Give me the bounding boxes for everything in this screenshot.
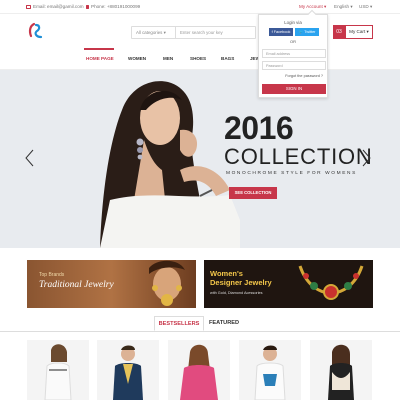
my-cart-button[interactable]: My Cart ▾	[345, 25, 373, 39]
product-image	[113, 345, 143, 400]
bride-image	[149, 260, 185, 306]
my-account-link[interactable]: My Account ▾	[299, 4, 326, 10]
banner-title-line2: Designer Jewelry	[210, 278, 272, 287]
site-logo[interactable]	[27, 22, 45, 40]
product-card[interactable]	[310, 340, 372, 400]
email-field[interactable]: Email address	[262, 49, 326, 58]
forgot-password-link[interactable]: Forgot the password ?	[285, 74, 323, 78]
necklace-image	[298, 265, 364, 300]
active-nav-indicator	[84, 48, 114, 50]
hero-subtitle: MONOCHROME STYLE FOR WOMENS	[226, 171, 357, 176]
product-card[interactable]	[97, 340, 159, 400]
chevron-left-icon[interactable]	[25, 149, 34, 167]
tab-bestsellers[interactable]: BESTSELLERS	[154, 316, 204, 331]
hero-slider: 2016 COLLECTION MONOCHROME STYLE FOR WOM…	[0, 70, 400, 248]
top-bar: Email: email@gamil.com Phone: +880191000…	[0, 0, 400, 14]
product-card[interactable]	[239, 340, 301, 400]
product-image	[328, 344, 354, 400]
contact-phone: Phone: +880191000099	[86, 4, 140, 9]
phone-text: Phone: +880191000099	[91, 4, 141, 9]
product-card[interactable]	[168, 340, 230, 400]
password-field[interactable]: Password	[262, 61, 326, 70]
currency-select[interactable]: USD ▾	[359, 4, 372, 10]
banner-title: Traditional Jewelry	[39, 280, 114, 290]
banner-title-line1: Women's	[210, 269, 243, 278]
sign-in-button[interactable]: SIGN IN	[262, 84, 326, 94]
main-nav: HOME PAGE WOMEN MEN SHOES BAGS JEW	[0, 48, 400, 70]
product-tabs: BESTSELLERS FEATURED	[0, 316, 400, 332]
product-grid	[0, 340, 400, 400]
phone-icon	[86, 4, 89, 9]
see-collection-button[interactable]: SEE COLLECTION	[229, 187, 277, 199]
mail-icon	[26, 4, 31, 9]
email-text: Email: email@gamil.com	[33, 4, 84, 9]
search-input[interactable]: Enter search your key	[176, 27, 255, 38]
search-bar: All categories ▾ Enter search your key	[131, 26, 256, 39]
login-via-label: Login via	[284, 20, 302, 25]
nav-item-men[interactable]: MEN	[163, 56, 173, 61]
banner-brand-label: Top Brands	[39, 272, 65, 278]
product-image	[254, 345, 286, 400]
nav-item-bags[interactable]: BAGS	[221, 56, 234, 61]
product-card[interactable]	[27, 340, 89, 400]
twitter-login-button[interactable]: 🐦 Twitter	[295, 28, 319, 36]
login-dropdown: Login via f Facebook 🐦 Twitter OR Email …	[258, 9, 328, 98]
language-select[interactable]: English ▾	[334, 4, 353, 10]
tab-featured[interactable]: FEATURED	[204, 316, 244, 331]
hero-model-image	[100, 81, 240, 248]
contact-email: Email: email@gamil.com	[26, 4, 84, 9]
chevron-right-icon[interactable]	[362, 149, 371, 167]
banner-subtitle: with Gold, Diamond Acessories	[210, 291, 263, 295]
designer-jewelry-banner[interactable]: Women's Designer Jewelry with Gold, Diam…	[204, 260, 373, 308]
hero-collection-title: COLLECTION	[224, 144, 373, 169]
header: All categories ▾ Enter search your key 0…	[0, 14, 400, 48]
cart-count-badge[interactable]: 03	[333, 25, 345, 39]
nav-item-women[interactable]: WOMEN	[128, 56, 146, 61]
facebook-login-button[interactable]: f Facebook	[269, 28, 293, 36]
search-category-select[interactable]: All categories ▾	[132, 27, 176, 38]
hero-year: 2016	[224, 110, 294, 146]
nav-item-home[interactable]: HOME PAGE	[86, 56, 114, 61]
or-separator: OR	[290, 39, 296, 44]
product-image	[180, 344, 218, 400]
traditional-jewelry-banner[interactable]: Top Brands Traditional Jewelry	[27, 260, 196, 308]
product-image	[44, 344, 72, 400]
nav-item-shoes[interactable]: SHOES	[190, 56, 206, 61]
